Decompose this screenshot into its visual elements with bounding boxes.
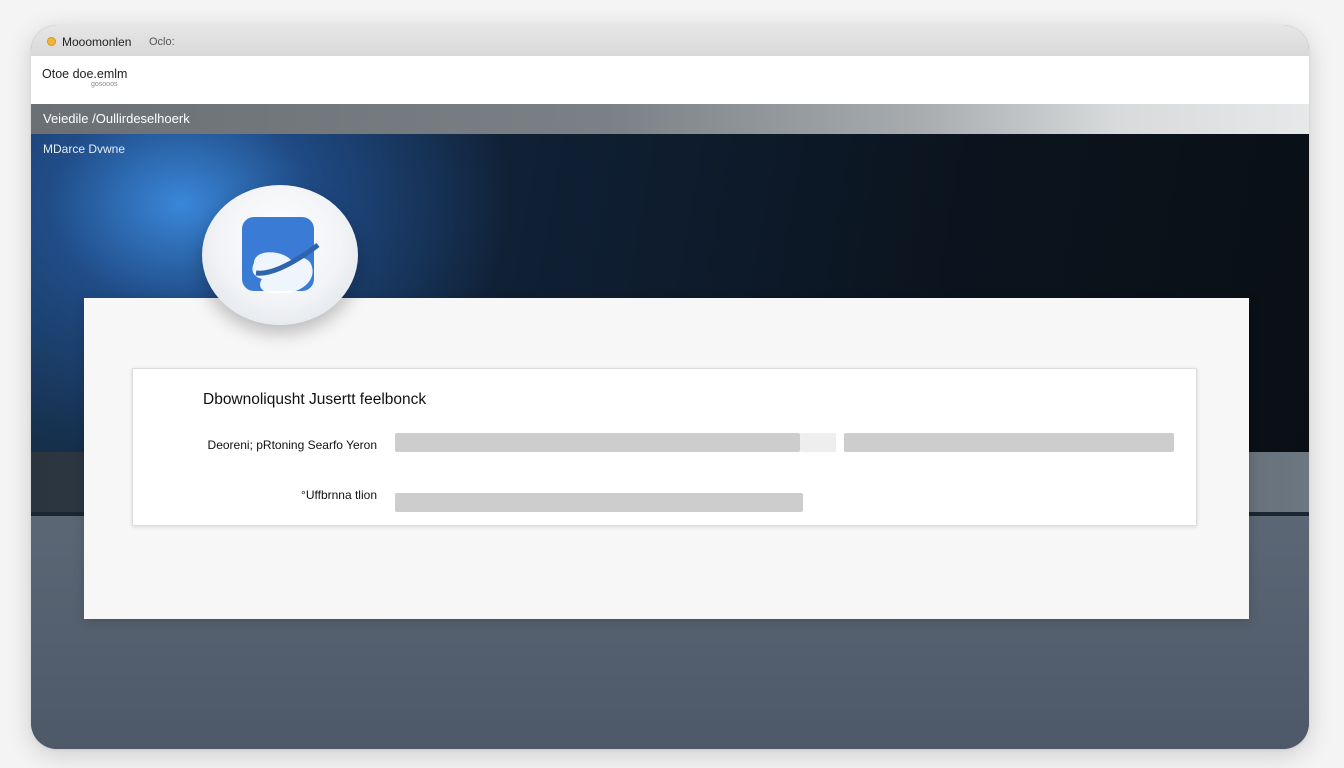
app-logo — [202, 185, 358, 325]
app-window: Mooomonlen Oclo: Otoe doe.emlm gosooos V… — [31, 25, 1309, 749]
cloud-app-icon — [242, 217, 320, 294]
hero-label: MDarce Dvwne — [43, 142, 126, 156]
title-bar: Mooomonlen Oclo: — [31, 25, 1309, 56]
information-input[interactable] — [395, 493, 803, 512]
field-label-information: °Uffbrnna tlion — [301, 488, 377, 502]
form-title: Dbownoliqusht Jusertt feelbonck — [203, 391, 427, 408]
page-address-subtitle: gosooos — [91, 81, 118, 88]
form-card: Dbownoliqusht Jusertt feelbonck Deoreni;… — [132, 368, 1197, 526]
breadcrumb-toolbar: Veiedile /Oullirdeselhoerk — [31, 104, 1309, 134]
dialog-panel: Dbownoliqusht Jusertt feelbonck Deoreni;… — [84, 298, 1249, 619]
version-secondary-input[interactable] — [844, 433, 1174, 452]
version-input[interactable] — [395, 433, 800, 452]
breadcrumb[interactable]: Veiedile /Oullirdeselhoerk — [43, 111, 190, 126]
address-bar: Otoe doe.emlm gosooos — [31, 56, 1309, 105]
window-status-dot[interactable] — [47, 37, 56, 46]
field-label-version: Deoreni; pRtoning Searfo Yeron — [207, 438, 377, 452]
field-divider — [800, 433, 836, 452]
app-name: Mooomonlen — [62, 35, 132, 49]
title-menu-item[interactable]: Oclo: — [149, 36, 175, 48]
page-address[interactable]: Otoe doe.emlm — [42, 67, 127, 81]
